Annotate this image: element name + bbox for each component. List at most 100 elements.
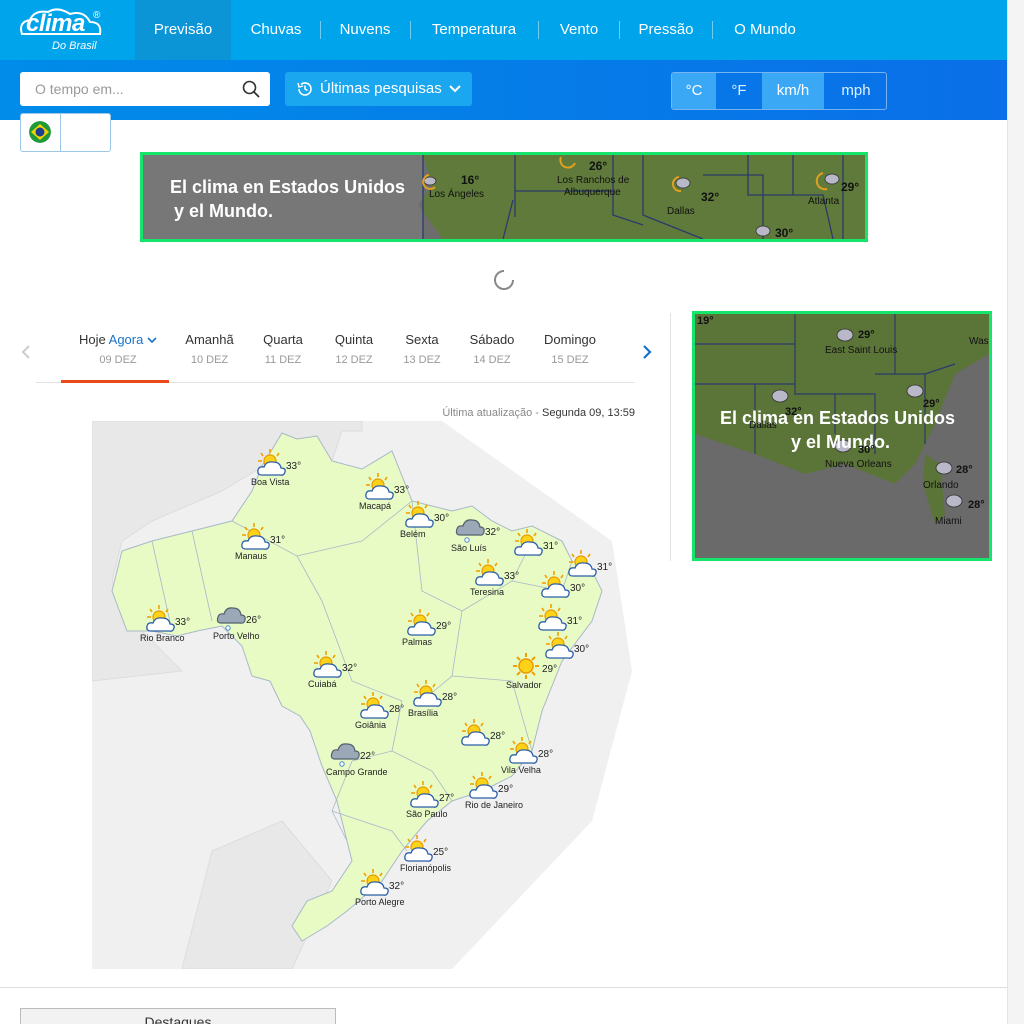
- day-label: Quarta: [263, 332, 303, 347]
- ad-title-line1: El clima en Estados Unidos: [170, 177, 406, 197]
- city-marker[interactable]: 33° Boa Vista: [251, 449, 346, 489]
- highlights-button[interactable]: Destaques: [20, 1008, 336, 1024]
- tab-quarta[interactable]: Quarta 11 DEZ: [251, 332, 315, 367]
- unit-mph[interactable]: mph: [825, 73, 886, 109]
- page-scrollbar[interactable]: [1007, 0, 1024, 1024]
- tab-quinta[interactable]: Quinta 12 DEZ: [322, 332, 386, 367]
- ad-city: Los Ángeles: [429, 189, 485, 200]
- city-name: Macapá: [359, 501, 392, 511]
- search-input[interactable]: [20, 72, 235, 106]
- now-label: Agora: [108, 332, 144, 347]
- ad-city: Albuquerque: [564, 187, 621, 198]
- chevron-left-icon[interactable]: [20, 344, 34, 360]
- ad-temp: 28°: [956, 464, 973, 476]
- tab-amanha[interactable]: Amanhã 10 DEZ: [177, 332, 242, 367]
- ad-title-line2: y el Mundo.: [791, 432, 890, 452]
- city-marker[interactable]: 28° Vila Velha: [501, 737, 598, 777]
- city-marker[interactable]: 32° Porto Alegre: [355, 869, 449, 909]
- city-name: Campo Grande: [326, 767, 388, 777]
- city-temp: 29°: [542, 664, 558, 675]
- city-name: Boa Vista: [251, 477, 290, 487]
- ad-banner-side[interactable]: El clima en Estados Unidos y el Mundo. 1…: [692, 311, 992, 561]
- nav-previsao[interactable]: Previsão: [135, 0, 231, 60]
- chevron-down-icon: [147, 337, 157, 344]
- ad-city: Dallas: [667, 206, 695, 217]
- recent-searches-label: Últimas pesquisas: [320, 80, 442, 97]
- ad-banner-top[interactable]: El clima en Estados Unidos y el Mundo. 1…: [140, 152, 868, 242]
- city-temp: 27°: [439, 793, 455, 804]
- brazil-flag-icon: [29, 121, 51, 143]
- day-date: 15 DEZ: [551, 354, 589, 366]
- ad-temp: 30°: [858, 444, 875, 456]
- city-temp: 30°: [434, 513, 450, 524]
- day-date: 14 DEZ: [473, 354, 511, 366]
- day-date: 09 DEZ: [99, 354, 137, 366]
- nav-vento[interactable]: Vento: [543, 0, 615, 60]
- ad-temp: 26°: [589, 159, 608, 173]
- tab-domingo[interactable]: Domingo 15 DEZ: [535, 332, 605, 367]
- city-temp: 30°: [570, 583, 586, 594]
- city-temp: 29°: [498, 784, 514, 795]
- day-date: 12 DEZ: [335, 354, 373, 366]
- day-label: Domingo: [543, 332, 597, 347]
- city-name: Porto Velho: [213, 631, 260, 641]
- unit-fahrenheit[interactable]: °F: [717, 73, 761, 109]
- city-temp: 28°: [389, 704, 405, 715]
- city-name: Rio Branco: [140, 633, 185, 643]
- city-temp: 28°: [442, 692, 458, 703]
- unit-celsius[interactable]: °C: [672, 73, 716, 109]
- city-marker[interactable]: 28° Brasília: [408, 680, 502, 720]
- search-icon[interactable]: [242, 80, 260, 98]
- nav-divider: [538, 21, 539, 39]
- nav-temperatura[interactable]: Temperatura: [415, 0, 533, 60]
- ad-temp: 30°: [775, 226, 794, 240]
- logo-subtitle: Do Brasil: [52, 40, 97, 52]
- tab-hoje[interactable]: Hoje Agora 09 DEZ: [64, 332, 172, 367]
- ad-city: Los Ranchos de: [557, 175, 630, 186]
- city-marker[interactable]: 29° Salvador: [506, 652, 602, 692]
- ad-temp: 29°: [923, 398, 940, 410]
- city-marker[interactable]: 32° Cuiabá: [308, 651, 402, 691]
- ad-city: Atlanta: [808, 196, 840, 207]
- history-icon: [297, 82, 312, 96]
- city-name: Rio de Janeiro: [465, 800, 524, 810]
- city-name: São Luís: [451, 543, 487, 553]
- active-tab-indicator: [61, 380, 169, 383]
- ad-city: Miami: [935, 516, 962, 527]
- search-box: [20, 72, 270, 106]
- footer-divider: [0, 987, 1007, 988]
- city-temp: 29°: [436, 621, 452, 632]
- city-marker[interactable]: 22° Campo Grande: [326, 739, 420, 779]
- chevron-right-icon[interactable]: [640, 344, 654, 360]
- nav-pressao[interactable]: Pressão: [624, 0, 708, 60]
- city-marker[interactable]: 31° Manaus: [235, 523, 330, 563]
- partly-cloudy-icon: [540, 571, 572, 606]
- ad-city: Nueva Orleans: [825, 459, 892, 470]
- day-label: Sexta: [405, 332, 439, 347]
- recent-searches-button[interactable]: Últimas pesquisas: [285, 72, 472, 106]
- city-name: Palmas: [402, 637, 433, 647]
- tab-sabado[interactable]: Sábado 14 DEZ: [460, 332, 524, 367]
- unit-toggle: °C °F km/h mph: [671, 72, 887, 110]
- day-date: 11 DEZ: [264, 354, 302, 366]
- partly-cloudy-icon: [460, 719, 492, 754]
- nav-divider: [410, 21, 411, 39]
- city-temp: 26°: [246, 615, 262, 626]
- logo[interactable]: clima ® Do Brasil: [18, 8, 118, 56]
- registered-mark: ®: [93, 10, 101, 21]
- country-selector[interactable]: [20, 113, 111, 152]
- nav-o-mundo[interactable]: O Mundo: [717, 0, 813, 60]
- nav-chuvas[interactable]: Chuvas: [236, 0, 316, 60]
- loading-spinner-icon: [494, 270, 514, 290]
- city-marker[interactable]: 29° Palmas: [402, 609, 496, 649]
- city-marker[interactable]: 29° Rio de Janeiro: [465, 772, 558, 812]
- nav-nuvens[interactable]: Nuvens: [325, 0, 405, 60]
- city-name: Cuiabá: [308, 679, 337, 689]
- chevron-down-icon: [449, 85, 461, 93]
- tab-sexta[interactable]: Sexta 13 DEZ: [390, 332, 454, 367]
- nav-divider: [320, 21, 321, 39]
- nav-divider: [712, 21, 713, 39]
- city-marker[interactable]: 26° Porto Velho: [213, 603, 306, 643]
- unit-kmh[interactable]: km/h: [762, 73, 824, 109]
- city-name: Salvador: [506, 680, 542, 690]
